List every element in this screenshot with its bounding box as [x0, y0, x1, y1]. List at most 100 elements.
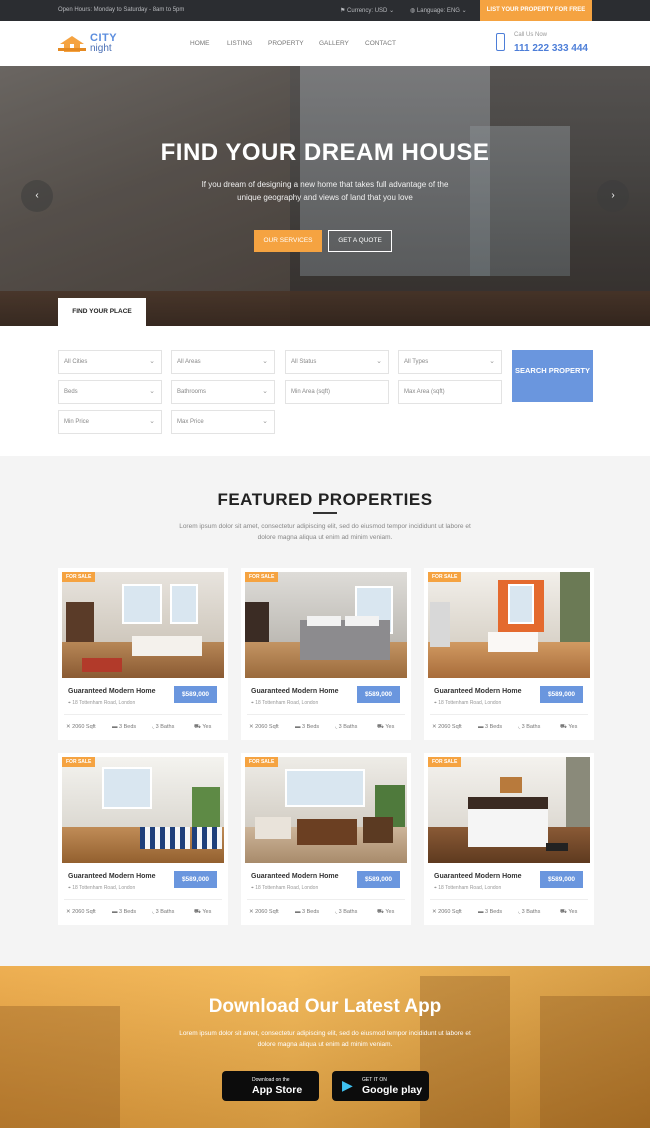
- nav-listing[interactable]: LISTING: [227, 40, 252, 47]
- top-bar: Open Hours: Monday to Saturday - 8am to …: [0, 0, 650, 21]
- chevron-down-icon: ⌄: [262, 388, 268, 395]
- nav-property[interactable]: PROPERTY: [268, 40, 304, 47]
- min-area-placeholder: Min Area (sqft): [291, 389, 331, 395]
- chevron-down-icon: ⌄: [149, 418, 155, 425]
- property-card[interactable]: FOR SALE Guaranteed Modern Home ⌖ 18 Tot…: [58, 568, 228, 740]
- property-title[interactable]: Guaranteed Modern Home: [434, 688, 522, 695]
- beds-feature: ▬ 3 Beds: [478, 724, 502, 730]
- language-label: Language: ENG: [416, 8, 460, 14]
- property-title[interactable]: Guaranteed Modern Home: [68, 688, 156, 695]
- max-price-select[interactable]: Max Price ⌄: [171, 410, 275, 434]
- baths-value: 3 Baths: [155, 909, 175, 915]
- baths-value: 3 Baths: [521, 909, 541, 915]
- garage-value: Yes: [385, 909, 395, 915]
- property-card[interactable]: FOR SALE Guaranteed Modern Home ⌖ 18 Tot…: [241, 753, 411, 925]
- next-slide-arrow-icon[interactable]: ›: [597, 180, 629, 212]
- bed-icon: ▬: [478, 909, 486, 915]
- min-price-select[interactable]: Min Price ⌄: [58, 410, 162, 434]
- beds-feature: ▬ 3 Beds: [295, 724, 319, 730]
- get-quote-button[interactable]: GET A QUOTE: [328, 230, 392, 252]
- bed-icon: ▬: [112, 724, 120, 730]
- baths-feature: ◟ 3 Baths: [518, 909, 540, 915]
- max-area-input[interactable]: Max Area (sqft): [398, 380, 502, 404]
- app-subtitle: Lorem ipsum dolor sit amet, consectetur …: [179, 1030, 471, 1048]
- google-play-button[interactable]: ▶ GET IT ON Google play: [332, 1071, 429, 1101]
- property-search-panel: All Cities ⌄ All Areas ⌄ All Status ⌄ All T…: [0, 326, 650, 456]
- house-logo-icon: [58, 36, 86, 52]
- beds-value: 3 Beds: [485, 724, 503, 730]
- property-card[interactable]: FOR SALE Guaranteed Modern Home ⌖ 18 Tot…: [424, 568, 594, 740]
- status-select[interactable]: All Status ⌄: [285, 350, 389, 374]
- area-value: 2060 Sqft: [72, 724, 96, 730]
- app-store-button[interactable]: Download on the App Store: [222, 1071, 319, 1101]
- garage-feature: ⛟ Yes: [377, 909, 394, 916]
- type-select[interactable]: All Types ⌄: [398, 350, 502, 374]
- chevron-down-icon: ⌄: [461, 8, 467, 14]
- garage-value: Yes: [568, 724, 578, 730]
- property-title[interactable]: Guaranteed Modern Home: [434, 873, 522, 880]
- bed-icon: ▬: [478, 724, 486, 730]
- price-tag: $589,000: [357, 871, 400, 888]
- for-sale-badge: FOR SALE: [245, 757, 279, 767]
- price-tag: $589,000: [540, 686, 583, 703]
- phone-icon: [496, 33, 505, 51]
- price-tag: $589,000: [174, 686, 217, 703]
- property-address: ⌖ 18 Tottenham Road, London: [68, 700, 136, 706]
- property-photo[interactable]: [245, 757, 407, 863]
- beds-value: 3 Beds: [485, 909, 503, 915]
- chevron-down-icon: ⌄: [489, 358, 495, 365]
- property-card[interactable]: FOR SALE Guaranteed Modern Home ⌖ 18 Tot…: [241, 568, 411, 740]
- property-photo[interactable]: [62, 757, 224, 863]
- chevron-down-icon: ⌄: [149, 388, 155, 395]
- property-card[interactable]: FOR SALE Guaranteed Modern Home ⌖ 18 Tot…: [58, 753, 228, 925]
- area-value: 2060 Sqft: [72, 909, 96, 915]
- property-title[interactable]: Guaranteed Modern Home: [68, 873, 156, 880]
- area-value: 2060 Sqft: [255, 909, 279, 915]
- garage-value: Yes: [202, 909, 212, 915]
- hero-title: FIND YOUR DREAM HOUSE: [160, 139, 490, 166]
- language-selector[interactable]: ◍ Language: ENG ⌄: [410, 7, 467, 14]
- min-area-input[interactable]: Min Area (sqft): [285, 380, 389, 404]
- property-photo[interactable]: [428, 757, 590, 863]
- list-property-button[interactable]: LIST YOUR PROPERTY FOR FREE: [480, 0, 592, 21]
- card-divider: [64, 899, 222, 900]
- property-card[interactable]: FOR SALE Guaranteed Modern Home ⌖ 18 Tot…: [424, 753, 594, 925]
- property-photo[interactable]: [62, 572, 224, 678]
- area-select[interactable]: All Areas ⌄: [171, 350, 275, 374]
- address-text: 18 Tottenham Road, London: [255, 700, 319, 706]
- nav-home[interactable]: HOME: [190, 40, 210, 47]
- beds-select[interactable]: Beds ⌄: [58, 380, 162, 404]
- bed-icon: ▬: [112, 909, 120, 915]
- price-tag: $589,000: [357, 686, 400, 703]
- address-text: 18 Tottenham Road, London: [72, 700, 136, 706]
- for-sale-badge: FOR SALE: [245, 572, 279, 582]
- search-property-button[interactable]: SEARCH PROPERTY: [512, 350, 593, 402]
- beds-feature: ▬ 3 Beds: [478, 909, 502, 915]
- property-address: ⌖ 18 Tottenham Road, London: [434, 885, 502, 891]
- phone-number[interactable]: 111 222 333 444: [514, 43, 588, 54]
- city-select[interactable]: All Cities ⌄: [58, 350, 162, 374]
- chevron-down-icon: ⌄: [149, 358, 155, 365]
- logo[interactable]: CITY night: [58, 30, 128, 58]
- currency-selector[interactable]: ⚑ Currency: USD ⌄: [340, 7, 394, 14]
- bathrooms-select[interactable]: Bathrooms ⌄: [171, 380, 275, 404]
- find-your-place-tab[interactable]: FIND YOUR PLACE: [58, 298, 146, 326]
- nav-contact[interactable]: CONTACT: [365, 40, 396, 47]
- our-services-button[interactable]: OUR SERVICES: [254, 230, 322, 252]
- property-title[interactable]: Guaranteed Modern Home: [251, 873, 339, 880]
- baths-feature: ◟ 3 Baths: [152, 724, 174, 730]
- card-divider: [430, 714, 588, 715]
- property-photo[interactable]: [245, 572, 407, 678]
- area-feature: ✕ 2060 Sqft: [249, 909, 279, 915]
- appstore-big-label: App Store: [252, 1084, 303, 1096]
- address-text: 18 Tottenham Road, London: [72, 885, 136, 891]
- beds-select-label: Beds: [64, 389, 78, 395]
- prev-slide-arrow-icon[interactable]: ‹: [21, 180, 53, 212]
- app-download-section: Download Our Latest App Lorem ipsum dolo…: [0, 966, 650, 1128]
- nav-gallery[interactable]: GALLERY: [319, 40, 349, 47]
- beds-feature: ▬ 3 Beds: [295, 909, 319, 915]
- for-sale-badge: FOR SALE: [62, 572, 96, 582]
- property-title[interactable]: Guaranteed Modern Home: [251, 688, 339, 695]
- property-photo[interactable]: [428, 572, 590, 678]
- property-address: ⌖ 18 Tottenham Road, London: [251, 700, 319, 706]
